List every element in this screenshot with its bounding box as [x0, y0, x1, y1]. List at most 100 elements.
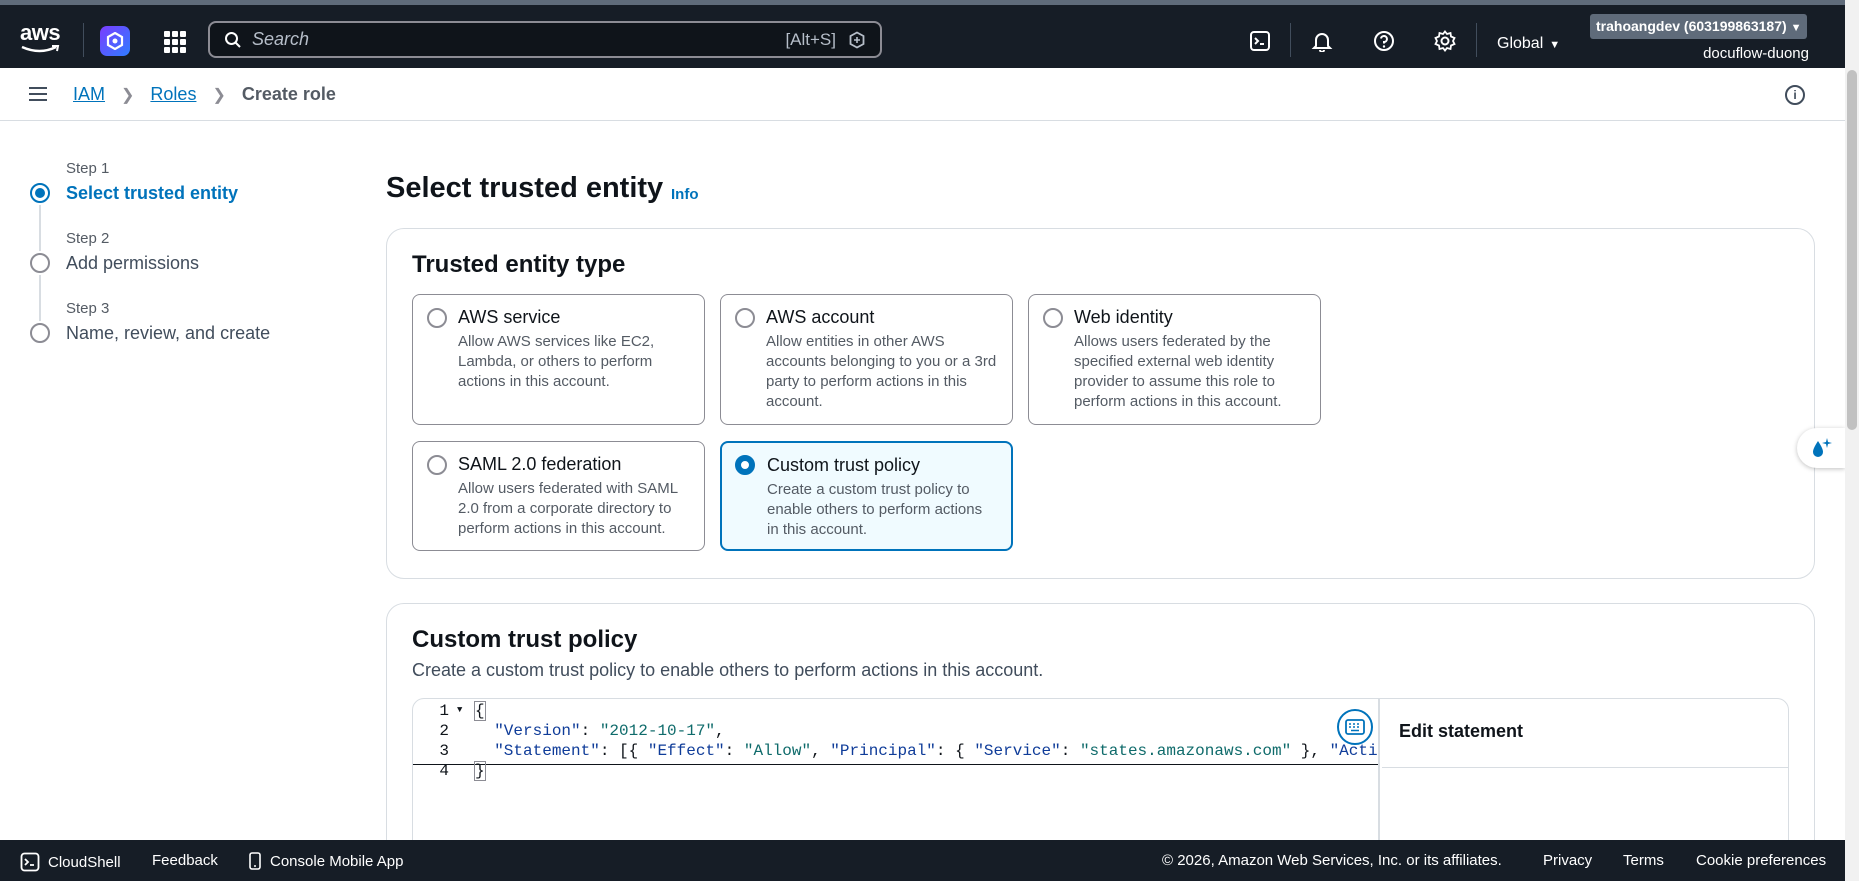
radio-button-selected[interactable] [735, 455, 755, 475]
footer-cloudshell-label: CloudShell [48, 853, 121, 871]
radio-button[interactable] [735, 308, 755, 328]
footer-mobile-app[interactable]: Console Mobile App [248, 852, 403, 870]
policy-editor: 1 ▼ { 2 "Version": "2012-10-17", 3 "Stat… [412, 698, 1789, 848]
line-number: 4 [439, 762, 449, 780]
help-icon[interactable] [1372, 29, 1396, 53]
footer-cookie-preferences[interactable]: Cookie preferences [1696, 852, 1826, 869]
nav-divider [1290, 23, 1291, 57]
scrollbar-thumb[interactable] [1847, 70, 1857, 430]
keyboard-icon[interactable] [1337, 709, 1373, 745]
radio-button[interactable] [427, 308, 447, 328]
edit-statement-title: Edit statement [1399, 721, 1524, 741]
code-line-2: "Version": "2012-10-17", [494, 722, 725, 740]
search-shortcut-hint: [Alt+S] [785, 30, 836, 49]
footer-terms[interactable]: Terms [1623, 852, 1664, 869]
breadcrumb-bar: IAM ❯ Roles ❯ Create role i [0, 68, 1845, 121]
gear-icon[interactable] [1433, 29, 1457, 53]
breadcrumb: IAM ❯ Roles ❯ Create role [73, 84, 336, 105]
step-pending-icon [30, 323, 50, 343]
json-key: "Version" [494, 722, 581, 740]
step-pending-icon [30, 253, 50, 273]
assistant-sparkle-icon[interactable] [1797, 428, 1845, 468]
option-custom-trust-policy[interactable]: Custom trust policy Create a custom trus… [720, 441, 1013, 551]
code-line-1: { [474, 701, 486, 721]
wizard-steps: Step 1 Select trusted entity Step 2 Add … [30, 160, 270, 370]
menu-icon[interactable] [29, 87, 47, 101]
step-3: Step 3 Name, review, and create [30, 300, 270, 370]
json-key: "Statement" [494, 742, 600, 760]
region-label: Global [1497, 35, 1544, 52]
nav-divider [1476, 23, 1477, 57]
option-title: AWS account [766, 307, 875, 327]
custom-trust-policy-panel: Custom trust policy Create a custom trus… [386, 603, 1815, 863]
shortcut-hexagon-icon [849, 31, 865, 49]
breadcrumb-current: Create role [241, 84, 336, 104]
step-number: Step 3 [66, 300, 110, 317]
option-description: Allow entities in other AWS accounts bel… [766, 333, 997, 410]
page-scrollbar[interactable] [1845, 0, 1859, 881]
step-active-icon [30, 183, 50, 203]
search-icon [225, 32, 241, 48]
region-selector[interactable]: Global ▼ [1497, 35, 1560, 53]
step-number: Step 2 [66, 230, 110, 247]
fold-arrow-icon[interactable]: ▼ [457, 705, 462, 715]
footer-privacy[interactable]: Privacy [1543, 852, 1592, 869]
footer-mobile-app-label: Console Mobile App [270, 852, 404, 870]
breadcrumb-iam[interactable]: IAM [73, 84, 105, 105]
cloudshell-icon[interactable] [1248, 29, 1272, 53]
json-key: "Effect" [647, 742, 725, 760]
account-menu[interactable]: trahoangdev (603199863187) ▼ [1590, 14, 1808, 39]
option-description: Allows users federated by the specified … [1074, 333, 1282, 410]
search-bar[interactable]: [Alt+S] [208, 21, 882, 58]
edit-statement-panel: Edit statement [1382, 699, 1788, 847]
option-saml-federation[interactable]: SAML 2.0 federation Allow users federate… [412, 441, 705, 551]
top-navigation: aws [Alt+S] Global ▼ trahoangdev (6031998… [0, 0, 1845, 68]
nav-divider [83, 23, 84, 57]
code-editor[interactable]: 1 ▼ { 2 "Version": "2012-10-17", 3 "Stat… [413, 699, 1380, 847]
line-number: 2 [439, 722, 449, 740]
step-label: Add permissions [66, 253, 200, 273]
option-description: Create a custom trust policy to enable o… [767, 481, 983, 538]
option-aws-account[interactable]: AWS account Allow entities in other AWS … [720, 294, 1013, 425]
option-aws-service[interactable]: AWS service Allow AWS services like EC2,… [412, 294, 705, 425]
service-favorite-icon[interactable] [100, 26, 130, 56]
breadcrumb-roles[interactable]: Roles [150, 84, 196, 105]
line-number: 1 [439, 702, 449, 720]
line-number: 3 [439, 742, 449, 760]
divider [1382, 767, 1788, 768]
option-web-identity[interactable]: Web identity Allows users federated by t… [1028, 294, 1321, 425]
json-value: "states.amazonaws.com" [1079, 742, 1292, 760]
footer: CloudShell Feedback Console Mobile App ©… [0, 840, 1845, 881]
panel-heading: Custom trust policy [412, 626, 638, 653]
radio-button[interactable] [1043, 308, 1063, 328]
step-1: Step 1 Select trusted entity [30, 160, 270, 251]
json-key: "Service" [974, 742, 1061, 760]
option-description: Allow users federated with SAML 2.0 from… [458, 480, 678, 537]
page-title: Select trusted entity [386, 172, 664, 204]
aws-smile-icon [21, 45, 60, 53]
search-input[interactable] [252, 27, 732, 52]
step-number: Step 1 [66, 160, 110, 177]
aws-logo[interactable]: aws [20, 20, 62, 53]
step-label: Name, review, and create [66, 323, 271, 343]
caret-down-icon: ▼ [1549, 39, 1561, 51]
aws-logo-text: aws [20, 20, 61, 45]
active-line-marker [413, 764, 1378, 765]
panel-description: Create a custom trust policy to enable o… [412, 660, 1044, 680]
footer-copyright: © 2026, Amazon Web Services, Inc. or its… [1162, 852, 1502, 869]
footer-cloudshell[interactable]: CloudShell [20, 852, 121, 872]
radio-button[interactable] [427, 455, 447, 475]
info-link[interactable]: Info [671, 186, 699, 203]
json-value: "Allow" [743, 742, 812, 760]
close-brace: } [474, 761, 486, 781]
bell-icon[interactable] [1310, 29, 1334, 53]
option-description: Allow AWS services like EC2, Lambda, or … [458, 333, 655, 390]
account-alias: docuflow-duong [1703, 45, 1809, 62]
mobile-phone-icon [249, 852, 261, 870]
caret-down-icon: ▼ [1790, 22, 1802, 34]
trusted-entity-panel: Trusted entity type AWS service Allow AW… [386, 228, 1815, 579]
services-grid-icon[interactable] [164, 31, 186, 53]
chevron-right-icon: ❯ [121, 86, 135, 104]
footer-feedback[interactable]: Feedback [152, 852, 218, 869]
info-panel-icon[interactable]: i [1785, 85, 1805, 105]
